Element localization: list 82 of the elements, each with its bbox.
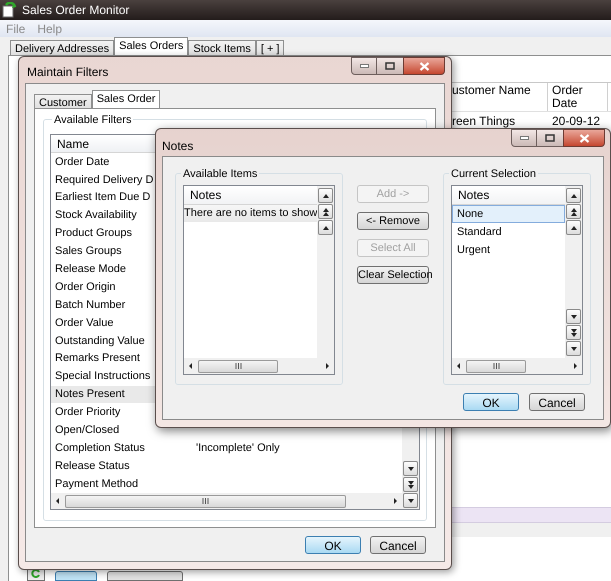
filter-name: Special Instructions: [55, 369, 150, 384]
filter-name: Open/Closed: [55, 423, 120, 438]
close-button[interactable]: [403, 57, 445, 75]
app-icon: [2, 2, 18, 18]
close-icon: [578, 134, 590, 142]
filter-name: Payment Method: [55, 476, 138, 492]
scroll-button[interactable]: [318, 220, 334, 235]
filter-name: Order Value: [55, 316, 114, 331]
double-arrow-up-icon: [568, 206, 578, 216]
filter-name: Order Date: [55, 154, 110, 170]
filter-name: Batch Number: [55, 298, 126, 313]
column-header[interactable]: Order Date: [548, 83, 608, 111]
scroll-button[interactable]: [318, 204, 334, 219]
tab[interactable]: Delivery Addresses: [10, 40, 114, 55]
scroll-thumb[interactable]: [198, 360, 278, 372]
empty-message: There are no items to show: [184, 205, 318, 222]
scroll-thumb[interactable]: [466, 360, 526, 372]
grip-icon: [202, 498, 209, 504]
list-item[interactable]: Urgent: [452, 241, 565, 259]
action-button[interactable]: <- Remove: [357, 212, 429, 230]
dialog-button[interactable]: OK: [305, 536, 361, 554]
filter-name: Release Status: [55, 458, 130, 474]
close-icon: [418, 62, 430, 70]
maximize-icon: [545, 134, 555, 142]
scroll-button[interactable]: [566, 188, 581, 203]
refresh-icon: [31, 568, 41, 578]
scroll-thumb[interactable]: [65, 494, 346, 508]
minimize-icon: [360, 64, 368, 68]
scroll-button[interactable]: [566, 204, 581, 219]
filter-name: Outstanding Value: [55, 334, 145, 349]
table-cell-text: 20-09-12: [551, 113, 602, 130]
minimize-button[interactable]: [511, 129, 537, 147]
scroll-button[interactable]: [318, 188, 334, 203]
toolbar-button[interactable]: [107, 571, 183, 581]
horizontal-scrollbar[interactable]: [51, 493, 402, 509]
window-title: Sales Order Monitor: [22, 2, 130, 19]
dialog-button[interactable]: Cancel: [529, 393, 585, 411]
dialog-button[interactable]: OK: [463, 393, 519, 411]
scroll-button[interactable]: [566, 309, 581, 324]
close-button[interactable]: [563, 129, 605, 147]
filter-name: Remarks Present: [55, 351, 140, 366]
table-cell-text: reen Things: [452, 113, 516, 130]
tab[interactable]: Sales Order: [92, 90, 160, 108]
filter-name: Completion Status: [55, 440, 145, 456]
grip-icon: [492, 363, 500, 369]
tab[interactable]: Sales Orders: [114, 37, 188, 55]
tab[interactable]: Stock Items: [188, 40, 256, 55]
dialog-button[interactable]: Cancel: [370, 536, 426, 554]
maximize-button[interactable]: [537, 129, 563, 147]
double-arrow-down-icon: [568, 328, 578, 338]
list-row[interactable]: Completion Status 'Incomplete' Only: [51, 439, 402, 458]
list-item[interactable]: Standard: [452, 223, 565, 241]
list-row[interactable]: Release Status: [51, 457, 402, 476]
filter-name: Order Priority: [55, 405, 120, 420]
vertical-scrollbar[interactable]: [565, 186, 582, 358]
tab[interactable]: Customer: [34, 94, 92, 108]
scroll-button[interactable]: [403, 461, 418, 476]
list-row[interactable]: Payment Method: [51, 475, 402, 493]
list-item[interactable]: None: [452, 205, 565, 223]
dialog-title: Notes: [162, 138, 194, 155]
scroll-button[interactable]: [566, 220, 581, 235]
filter-name: Product Groups: [55, 226, 132, 242]
vertical-scrollbar[interactable]: [317, 186, 334, 358]
horizontal-scrollbar[interactable]: [452, 358, 582, 374]
scroll-button[interactable]: [403, 477, 418, 492]
dialog-title: Maintain Filters: [27, 64, 108, 81]
grip-icon: [234, 363, 242, 369]
filter-name: Order Origin: [55, 280, 116, 295]
double-arrow-down-icon: [406, 480, 416, 490]
minimize-button[interactable]: [351, 57, 377, 75]
filter-name: Notes Present: [55, 387, 125, 402]
toolbar-button[interactable]: [55, 571, 97, 581]
maximize-button[interactable]: [377, 57, 403, 75]
filter-setting: 'Incomplete' Only: [196, 440, 280, 456]
scroll-button[interactable]: [403, 493, 418, 508]
scroll-button[interactable]: [566, 325, 581, 340]
minimize-icon: [520, 136, 528, 140]
maximize-icon: [385, 62, 395, 70]
scroll-button[interactable]: [566, 341, 581, 356]
tab[interactable]: [ + ]: [256, 40, 284, 55]
horizontal-scrollbar[interactable]: [184, 358, 334, 374]
double-arrow-up-icon: [320, 206, 331, 216]
